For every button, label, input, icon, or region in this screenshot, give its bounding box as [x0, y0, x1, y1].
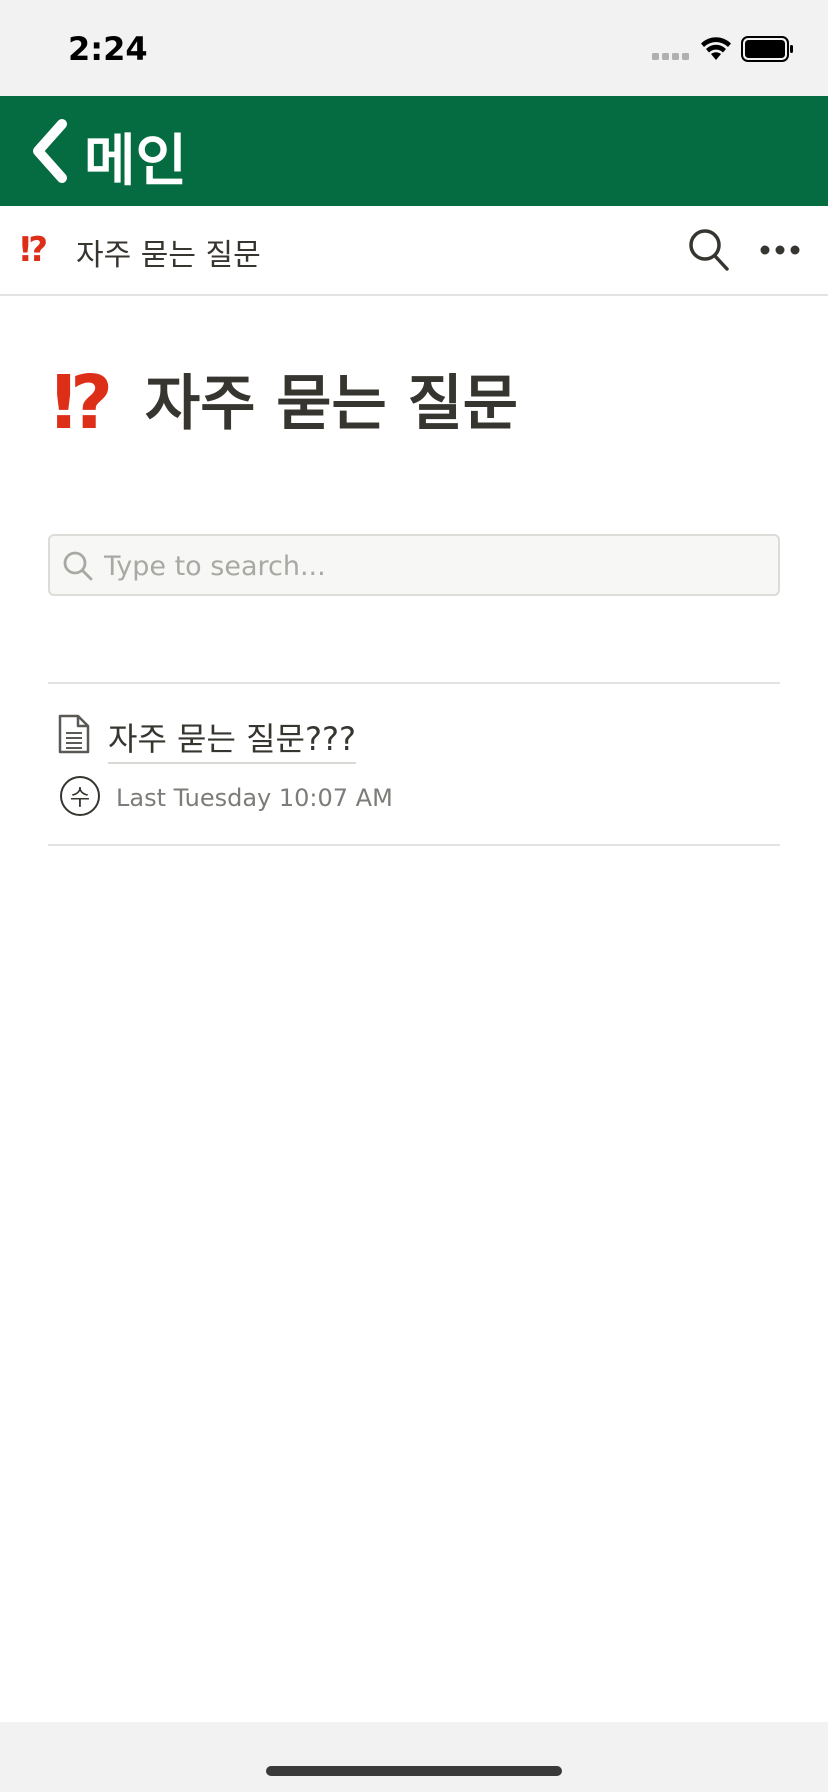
search-input[interactable]	[104, 546, 764, 586]
more-icon[interactable]	[760, 244, 800, 256]
header-title: 자주 묻는 질문	[76, 238, 261, 273]
nav-bar: 메인	[0, 96, 828, 206]
status-time: 2:24	[68, 30, 148, 68]
wifi-icon	[701, 37, 731, 60]
page-header: ⁉ 자주 묻는 질문	[0, 206, 828, 296]
document-icon	[58, 714, 90, 754]
page-title: 자주 묻는 질문	[145, 369, 518, 439]
item-title[interactable]: 자주 묻는 질문???	[108, 714, 356, 764]
back-button[interactable]: 메인	[84, 116, 187, 197]
cellular-signal-icon	[652, 53, 689, 60]
avatar: 수	[60, 776, 100, 816]
search-icon[interactable]	[688, 228, 730, 272]
search-box	[48, 534, 780, 596]
interrobang-icon: ⁉	[20, 230, 48, 270]
battery-icon	[741, 36, 793, 62]
home-indicator[interactable]	[266, 1766, 562, 1776]
status-bar: 2:24	[0, 0, 828, 96]
home-area	[0, 1722, 828, 1792]
divider	[48, 844, 780, 846]
page-icon: ⁉	[52, 360, 113, 446]
chevron-left-icon[interactable]	[30, 118, 72, 184]
item-timestamp: Last Tuesday 10:07 AM	[116, 784, 393, 812]
search-icon	[63, 551, 93, 581]
list-item[interactable]: 자주 묻는 질문??? 수 Last Tuesday 10:07 AM	[48, 684, 780, 844]
